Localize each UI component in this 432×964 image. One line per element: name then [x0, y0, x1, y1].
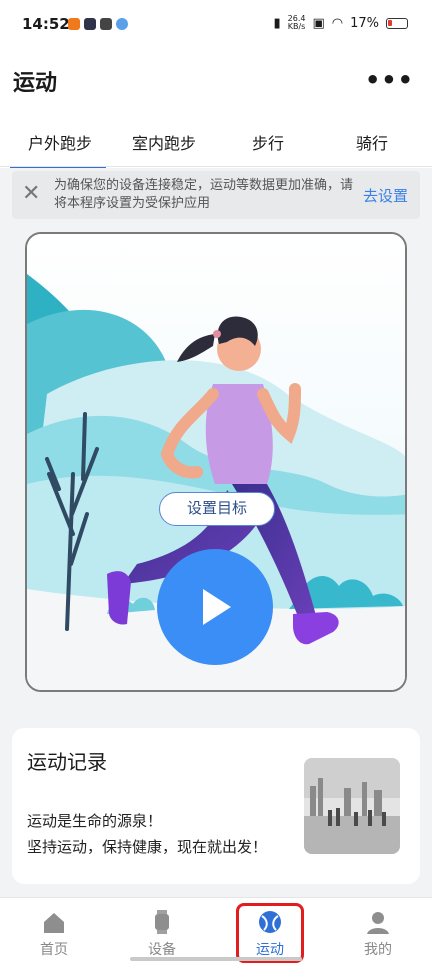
app-notification-icon [116, 18, 128, 30]
profile-icon [367, 912, 389, 934]
nav-home-label: 首页 [40, 942, 68, 958]
status-right: ▮ 26.4 KB/s ▣ ◠ 17% [273, 15, 408, 31]
net-speed-unit: KB/s [287, 22, 306, 31]
sport-record-card[interactable]: 运动记录 运动是生命的源泉！ 坚持运动，保持健康，现在就出发！ [12, 728, 420, 884]
nav-sport-highlight [236, 903, 304, 963]
status-bar: 14:52 ▮ 26.4 KB/s ▣ ◠ 17% [0, 0, 432, 52]
notification-icons [68, 18, 128, 30]
app-notification-icon [100, 18, 112, 30]
nav-device-label: 设备 [148, 942, 176, 958]
runners-photo-graphic [304, 758, 400, 854]
close-icon[interactable]: ✕ [22, 183, 44, 205]
home-icon [44, 913, 64, 933]
battery-icon [386, 17, 408, 29]
bottom-nav: 首页 设备 运动 我的 [0, 897, 432, 964]
watch-icon [155, 910, 169, 934]
tab-outdoor-run[interactable]: 户外跑步 [8, 104, 112, 168]
nav-profile[interactable]: 我的 [324, 898, 432, 964]
outdoor-run-card: 设置目标 [25, 232, 407, 692]
protection-banner: ✕ 为确保您的设备连接稳定，运动等数据更加准确，请将本程序设置为受保护应用 去设… [12, 171, 420, 219]
sport-tabs: 户外跑步 室内跑步 步行 骑行 [0, 104, 432, 168]
nav-home[interactable]: 首页 [0, 898, 108, 964]
system-home-indicator[interactable] [130, 957, 302, 961]
record-title: 运动记录 [27, 750, 107, 774]
tab-walk[interactable]: 步行 [216, 104, 320, 168]
sim-icon: ▣ [312, 15, 325, 31]
go-settings-link[interactable]: 去设置 [363, 185, 408, 206]
app-notification-icon [68, 18, 80, 30]
more-icon[interactable]: ••• [365, 66, 414, 94]
app-header: 运动 ••• [0, 52, 432, 104]
nav-profile-label: 我的 [364, 942, 392, 958]
tab-cycling[interactable]: 骑行 [320, 104, 424, 168]
record-slogan-1: 运动是生命的源泉！ [27, 812, 163, 830]
play-icon[interactable] [157, 549, 273, 665]
nav-device[interactable]: 设备 [108, 898, 216, 964]
app-notification-icon [84, 18, 96, 30]
battery-percent: 17% [350, 15, 379, 31]
runners-photo [304, 758, 400, 854]
wifi-icon: ◠ [331, 15, 344, 31]
banner-text: 为确保您的设备连接稳定，运动等数据更加准确，请将本程序设置为受保护应用 [54, 178, 354, 211]
status-time: 14:52 [22, 15, 70, 33]
net-speed: 26.4 KB/s [288, 15, 306, 31]
page-title: 运动 [13, 71, 58, 96]
record-slogan-2: 坚持运动，保持健康，现在就出发！ [27, 838, 268, 856]
vibrate-icon: ▮ [273, 15, 281, 31]
tab-indoor-run[interactable]: 室内跑步 [112, 104, 216, 168]
set-goal-button[interactable]: 设置目标 [159, 492, 275, 526]
tab-divider [0, 166, 432, 167]
